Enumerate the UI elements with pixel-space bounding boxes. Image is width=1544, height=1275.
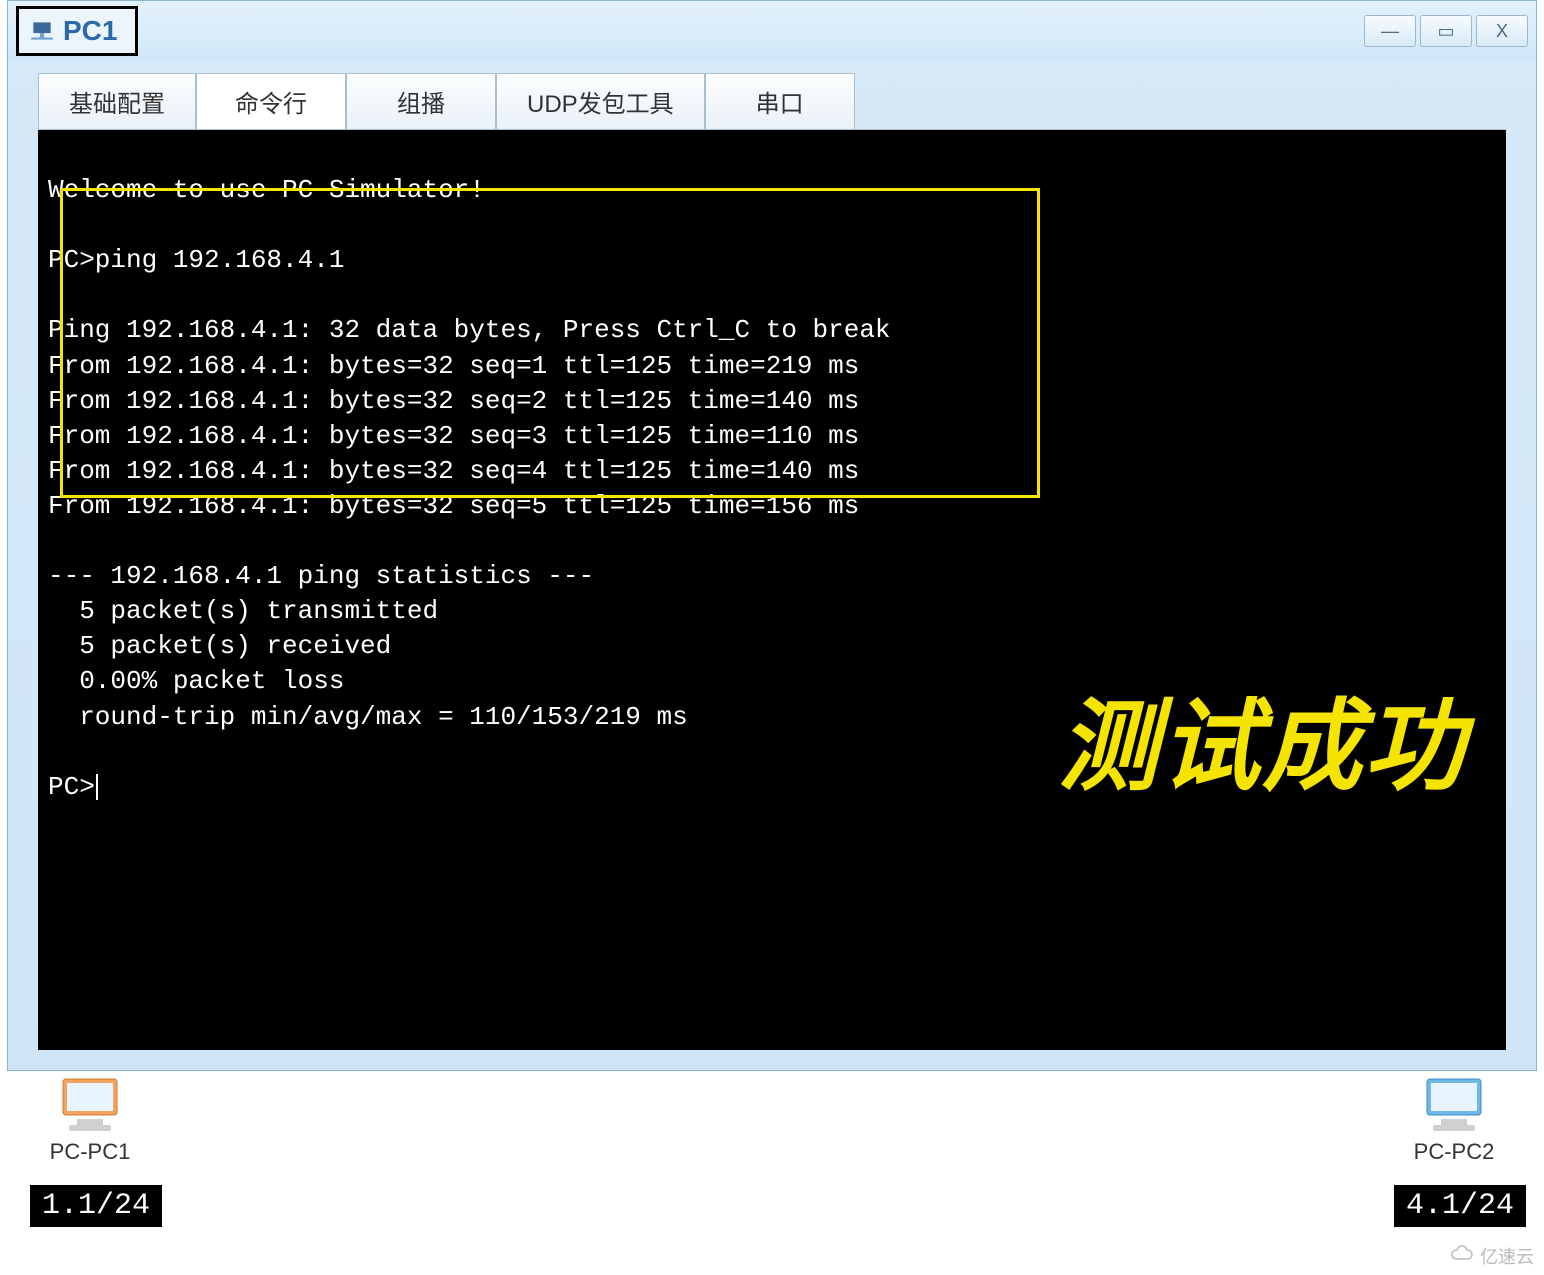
terminal-prompt: PC>: [48, 772, 95, 802]
node-pc1[interactable]: PC-PC1 1.1/24: [30, 1075, 150, 1227]
close-button[interactable]: X: [1476, 15, 1528, 47]
terminal-line: --- 192.168.4.1 ping statistics ---: [48, 561, 594, 591]
node-label: PC-PC1: [30, 1139, 150, 1165]
maximize-button[interactable]: ▭: [1420, 15, 1472, 47]
terminal-container: Welcome to use PC Simulator! PC>ping 192…: [38, 129, 1506, 1050]
computer-icon: [55, 1075, 125, 1135]
success-annotation: 测试成功: [1058, 680, 1466, 815]
titlebar: PC1 — ▭ X: [8, 1, 1536, 61]
tab-bar: 基础配置 命令行 组播 UDP发包工具 串口: [8, 61, 1536, 129]
node-label: PC-PC2: [1394, 1139, 1514, 1165]
terminal-line: PC>ping 192.168.4.1: [48, 245, 344, 275]
window-tab-pc1[interactable]: PC1: [16, 6, 138, 56]
ip-badge: 1.1/24: [30, 1185, 162, 1227]
tab-multicast[interactable]: 组播: [346, 73, 496, 129]
computer-icon: [1419, 1075, 1489, 1135]
tab-serial[interactable]: 串口: [705, 73, 855, 129]
terminal-line: From 192.168.4.1: bytes=32 seq=4 ttl=125…: [48, 456, 859, 486]
pc-icon: [29, 18, 55, 44]
terminal-line: 0.00% packet loss: [48, 666, 344, 696]
window-title: PC1: [63, 15, 117, 47]
terminal-line: From 192.168.4.1: bytes=32 seq=1 ttl=125…: [48, 351, 859, 381]
topology-area: PC-PC1 1.1/24 PC-PC2 4.1/24: [0, 1075, 1544, 1227]
watermark-text: 亿速云: [1480, 1243, 1534, 1269]
ip-badge: 4.1/24: [1394, 1185, 1526, 1227]
watermark: 亿速云: [1450, 1243, 1534, 1269]
terminal-line: 5 packet(s) received: [48, 631, 391, 661]
terminal[interactable]: Welcome to use PC Simulator! PC>ping 192…: [38, 130, 1506, 1050]
node-pc2[interactable]: PC-PC2 4.1/24: [1394, 1075, 1514, 1227]
terminal-line: From 192.168.4.1: bytes=32 seq=5 ttl=125…: [48, 491, 859, 521]
terminal-line: From 192.168.4.1: bytes=32 seq=2 ttl=125…: [48, 386, 859, 416]
terminal-line: Ping 192.168.4.1: 32 data bytes, Press C…: [48, 315, 891, 345]
window-controls: — ▭ X: [1364, 15, 1528, 47]
terminal-line: From 192.168.4.1: bytes=32 seq=3 ttl=125…: [48, 421, 859, 451]
tab-udp-tool[interactable]: UDP发包工具: [496, 73, 705, 129]
tab-basic-config[interactable]: 基础配置: [38, 73, 196, 129]
pc-simulator-window: PC1 — ▭ X 基础配置 命令行 组播 UDP发包工具 串口 Welcome…: [7, 0, 1537, 1071]
minimize-button[interactable]: —: [1364, 15, 1416, 47]
terminal-line: Welcome to use PC Simulator!: [48, 175, 485, 205]
terminal-line: 5 packet(s) transmitted: [48, 596, 438, 626]
terminal-cursor: [96, 774, 98, 800]
terminal-line: round-trip min/avg/max = 110/153/219 ms: [48, 702, 688, 732]
cloud-icon: [1450, 1245, 1476, 1268]
tab-command-line[interactable]: 命令行: [196, 73, 346, 129]
